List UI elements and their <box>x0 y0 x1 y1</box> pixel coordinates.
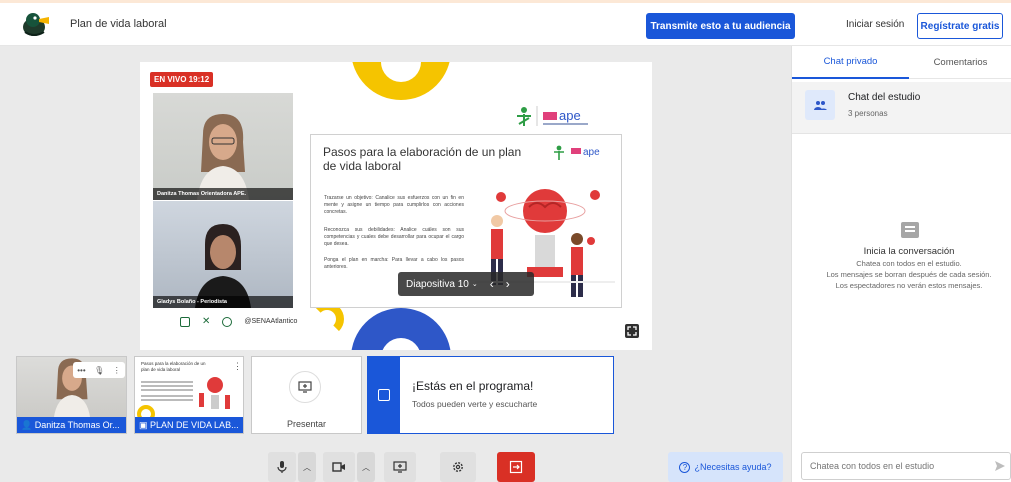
more-dots-icon[interactable]: ••• <box>77 366 85 375</box>
on-air-banner: ¡Estás en el programa! Todos pueden vert… <box>367 356 614 434</box>
chevron-up-icon: ︿ <box>303 462 311 472</box>
present-tile[interactable]: Presentar <box>251 356 362 434</box>
mini-illustration <box>199 377 230 409</box>
tab-private-chat[interactable]: Chat privado <box>792 46 909 79</box>
mic-button[interactable] <box>268 452 296 482</box>
previous-slide-icon[interactable]: ‹ <box>490 277 494 291</box>
mic-options-button[interactable]: ︿ <box>298 452 316 482</box>
slide-footer-handle: @SENAAtlantico <box>244 318 298 325</box>
slide-navigator[interactable]: Diapositiva 10 ⌄ ‹ › <box>398 272 534 296</box>
chevron-up-icon: ︿ <box>362 462 370 472</box>
microphone-icon <box>277 461 287 473</box>
person-avatar <box>195 224 251 308</box>
top-accent-line <box>0 0 1011 3</box>
empty-chat-description: Chatea con todos en el estudio. Los mens… <box>826 259 992 290</box>
share-screen-button[interactable] <box>384 452 416 482</box>
speaker-thumbnail-label: 👤 Danitza Thomas Or... <box>17 417 126 433</box>
studio-chat-room[interactable]: Chat del estudio 3 personas <box>792 82 1011 134</box>
stage: Danitza Thomas Orientadora APE. Gladys B… <box>140 62 652 350</box>
chat-room-members: 3 personas <box>848 109 888 118</box>
slide-paragraph-3: Ponga el plan en marcha: Para llevar a c… <box>324 257 464 270</box>
slide-footer: ✕ @SENAAtlantico <box>180 316 297 327</box>
camera-icon <box>332 462 345 472</box>
slides-thumbnail-text <box>141 379 193 403</box>
chat-bubble-icon <box>901 222 919 238</box>
leave-studio-button[interactable] <box>497 452 535 482</box>
slides-icon: ▣ <box>139 420 148 430</box>
decorative-blue-arc <box>351 308 451 350</box>
chat-message-input[interactable] <box>801 452 1011 480</box>
banner-subtitle: Todos pueden verte y escucharte <box>412 399 538 409</box>
camera-2-label: Gladys Bolaño - Periodista <box>153 296 293 308</box>
duck-logo-icon[interactable] <box>20 10 50 38</box>
slide-title: Pasos para la elaboración de un plan de … <box>323 145 522 174</box>
help-label: ¿Necesitas ayuda? <box>694 462 772 472</box>
svg-text:ape: ape <box>559 108 581 123</box>
top-bar: Plan de vida laboral Transmite esto a tu… <box>0 0 1011 46</box>
person-icon: 👤 <box>21 420 33 430</box>
mic-icon[interactable]: 🎙 <box>94 366 104 375</box>
camera-feed-2: Gladys Bolaño - Periodista <box>153 201 293 308</box>
send-icon[interactable] <box>994 460 1006 472</box>
thumbnail-controls[interactable]: ••• 🎙 ⋮ <box>73 362 125 378</box>
svg-text:ape: ape <box>583 147 600 158</box>
x-icon: ✕ <box>202 316 211 327</box>
slide-paragraph-2: Reconozca sus debilidades: Analice cuále… <box>324 227 464 247</box>
next-slide-icon[interactable]: › <box>506 277 510 291</box>
studio-name: Plan de vida laboral <box>70 18 167 30</box>
camera-button[interactable] <box>323 452 355 482</box>
chevron-down-icon[interactable]: ⌄ <box>472 280 478 288</box>
login-link[interactable]: Iniciar sesión <box>846 19 904 30</box>
tab-comments[interactable]: Comentarios <box>909 46 1011 79</box>
question-circle-icon: ? <box>679 461 691 473</box>
live-badge: EN VIVO 19:12 <box>150 72 214 87</box>
decorative-yellow-arc <box>351 62 451 100</box>
kebab-menu-icon[interactable]: ⋮ <box>113 366 121 375</box>
slide-paragraph-1: Trazarse un objetivo: Canalice sus esfue… <box>324 195 464 215</box>
camera-options-button[interactable]: ︿ <box>357 452 375 482</box>
present-screen-icon[interactable] <box>289 371 321 403</box>
sena-ape-small-logo-icon: ape <box>554 145 600 160</box>
instagram-icon <box>180 316 190 327</box>
slides-thumbnail-label: ▣ PLAN DE VIDA LAB... <box>135 417 243 433</box>
banner-title: ¡Estás en el programa! <box>412 379 534 393</box>
exit-icon <box>509 460 523 474</box>
facebook-icon <box>222 316 233 327</box>
people-group-icon <box>805 90 835 120</box>
slides-thumbnail[interactable]: Pasos para la elaboración de un plan de … <box>134 356 244 434</box>
person-avatar <box>197 114 249 200</box>
chat-room-title: Chat del estudio <box>848 92 921 103</box>
slide-number: Diapositiva 10 <box>406 278 469 290</box>
present-label: Presentar <box>286 419 327 429</box>
settings-button[interactable] <box>440 452 476 482</box>
share-screen-icon <box>393 461 407 473</box>
kebab-menu-icon[interactable]: ⋮ <box>233 361 242 372</box>
sena-ape-logo-icon: ape <box>517 106 588 126</box>
slides-thumbnail-title: Pasos para la elaboración de un plan de … <box>141 361 206 372</box>
broadcast-button[interactable]: Transmite esto a tu audiencia <box>646 13 795 39</box>
profile-card-icon <box>378 389 390 401</box>
speaker-thumbnail[interactable]: ••• 🎙 ⋮ 👤 Danitza Thomas Or... <box>16 356 127 434</box>
fullscreen-icon[interactable] <box>625 324 639 338</box>
register-button[interactable]: Regístrate gratis <box>917 13 1003 39</box>
camera-1-label: Danitza Thomas Orientadora APE. <box>153 188 293 200</box>
chat-panel: Chat privado Comentarios Chat del estudi… <box>791 46 1011 482</box>
empty-chat-title: Inicia la conversación <box>863 246 955 257</box>
camera-feed-1: Danitza Thomas Orientadora APE. <box>153 93 293 200</box>
gear-icon <box>453 462 463 472</box>
help-button[interactable]: ? ¿Necesitas ayuda? <box>668 452 783 482</box>
